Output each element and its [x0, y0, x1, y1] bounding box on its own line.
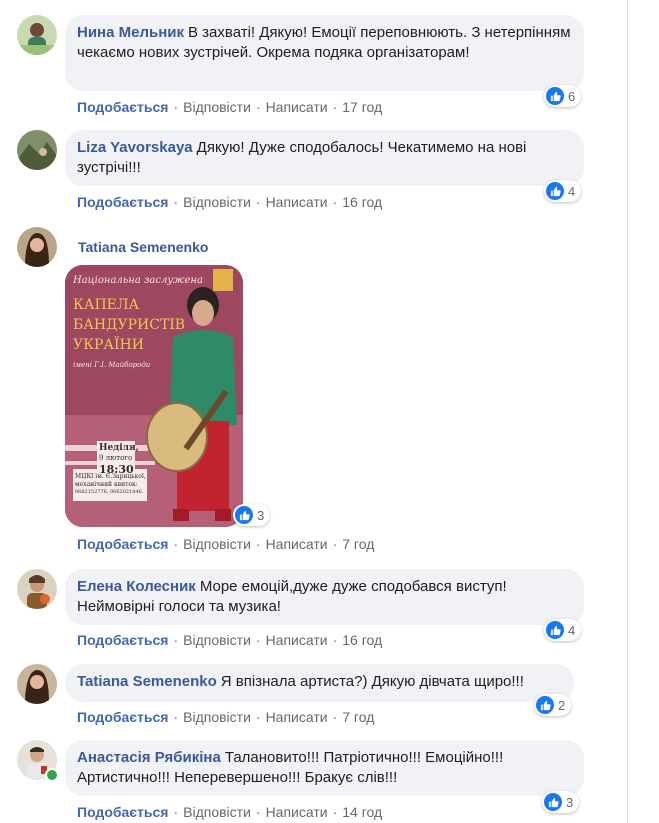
- avatar[interactable]: [17, 664, 57, 704]
- comment-actions: Подобається · Відповісти · Написати · 7 год: [77, 536, 375, 552]
- reply-link[interactable]: Відповісти: [183, 99, 251, 115]
- comment-time[interactable]: 17 год: [342, 99, 382, 115]
- reaction-count[interactable]: 4: [544, 180, 582, 202]
- thumbs-up-icon: [546, 621, 564, 639]
- reaction-number: 6: [568, 88, 576, 104]
- comment-text: Я впізнала артиста?) Дякую дівчата щиро!…: [220, 673, 524, 690]
- comment-actions: Подобається · Відповісти · Написати · 17 год: [77, 99, 383, 115]
- reply-link[interactable]: Відповісти: [183, 804, 251, 820]
- write-link[interactable]: Написати: [266, 632, 328, 648]
- comment-bubble: Анастасія Рябикіна Талановито!!! Патріоти…: [65, 740, 584, 796]
- poster-line5: імені Г.І. Майбороди: [73, 361, 151, 369]
- like-link[interactable]: Подобається: [77, 632, 168, 648]
- reaction-number: 3: [257, 507, 265, 523]
- comment-time[interactable]: 14 год: [342, 804, 382, 820]
- like-link[interactable]: Подобається: [77, 709, 168, 725]
- comment-author[interactable]: Tatiana Semenenko: [77, 673, 217, 690]
- comment-time[interactable]: 16 год: [342, 194, 382, 210]
- write-link[interactable]: Написати: [266, 99, 328, 115]
- reaction-count[interactable]: 4: [544, 619, 582, 641]
- reaction-count[interactable]: 2: [534, 694, 572, 716]
- comment-actions: Подобається · Відповісти · Написати · 7 год: [77, 709, 375, 725]
- write-link[interactable]: Написати: [266, 804, 328, 820]
- avatar[interactable]: [17, 130, 57, 170]
- poster-day: Неділя,: [99, 443, 139, 453]
- comment-actions: Подобається · Відповісти · Написати · 16 год: [77, 632, 383, 648]
- comment-author[interactable]: Анастасія Рябикіна: [77, 749, 221, 766]
- like-link[interactable]: Подобається: [77, 194, 168, 210]
- write-link[interactable]: Написати: [266, 709, 328, 725]
- comment-author[interactable]: Елена Колесник: [77, 578, 196, 595]
- thumbs-up-icon: [544, 793, 562, 811]
- thumbs-up-icon: [546, 87, 564, 105]
- comment-bubble: Liza Yavorskaya Дякую! Дуже сподобалось! …: [65, 130, 584, 186]
- write-link[interactable]: Написати: [266, 536, 328, 552]
- online-status-indicator: [45, 768, 59, 782]
- comment-time[interactable]: 7 год: [342, 536, 374, 552]
- comment-time[interactable]: 7 год: [342, 709, 374, 725]
- comment-bubble: Tatiana Semenenko Я впізнала артиста?) Дя…: [65, 664, 574, 702]
- reply-link[interactable]: Відповісти: [183, 194, 251, 210]
- write-link[interactable]: Написати: [266, 194, 328, 210]
- reply-link[interactable]: Відповісти: [183, 536, 251, 552]
- avatar[interactable]: [17, 227, 57, 267]
- comment-image[interactable]: Національна заслужена КАПЕЛА БАНДУРИСТІВ…: [65, 265, 243, 527]
- comment-bubble: Елена Колесник Море емоцій,дуже дуже спод…: [65, 569, 584, 625]
- poster-line3: БАНДУРИСТІВ: [73, 317, 186, 333]
- reaction-count[interactable]: 3: [233, 504, 271, 526]
- like-link[interactable]: Подобається: [77, 99, 168, 115]
- reaction-number: 2: [558, 697, 566, 713]
- poster-date: 9 лютого: [99, 454, 133, 462]
- reaction-number: 3: [566, 794, 574, 810]
- comment-author[interactable]: Tatiana Semenenko: [78, 239, 208, 255]
- poster-venue2: механічний квиток:: [75, 481, 138, 488]
- thumbs-up-icon: [546, 182, 564, 200]
- comment-actions: Подобається · Відповісти · Написати · 14 год: [77, 804, 383, 820]
- reply-link[interactable]: Відповісти: [183, 632, 251, 648]
- poster-line1: Національна заслужена: [73, 275, 203, 286]
- avatar[interactable]: [17, 569, 57, 609]
- avatar[interactable]: [17, 15, 57, 55]
- reaction-count[interactable]: 3: [542, 791, 580, 813]
- reaction-count[interactable]: 6: [544, 85, 582, 107]
- like-link[interactable]: Подобається: [77, 804, 168, 820]
- comment-author[interactable]: Liza Yavorskaya: [77, 139, 193, 156]
- thumbs-up-icon: [536, 696, 554, 714]
- poster-venue: МЦКІ ім. Є.Зарицької,: [75, 473, 146, 480]
- reaction-number: 4: [568, 183, 576, 199]
- right-divider: [627, 0, 628, 823]
- comment-actions: Подобається · Відповісти · Написати · 16 год: [77, 194, 383, 210]
- like-link[interactable]: Подобається: [77, 536, 168, 552]
- comment-author[interactable]: Нина Мельник: [77, 24, 184, 41]
- thumbs-up-icon: [235, 506, 253, 524]
- reply-link[interactable]: Відповісти: [183, 709, 251, 725]
- poster-line2: КАПЕЛА: [73, 297, 140, 313]
- poster-phones: 0682152776, 0662021846.: [75, 489, 144, 495]
- comment-bubble: Нина Мельник В захваті! Дякую! Емоції пер…: [65, 15, 584, 91]
- comment-time[interactable]: 16 год: [342, 632, 382, 648]
- poster-line4: УКРАЇНИ: [73, 337, 144, 353]
- reaction-number: 4: [568, 622, 576, 638]
